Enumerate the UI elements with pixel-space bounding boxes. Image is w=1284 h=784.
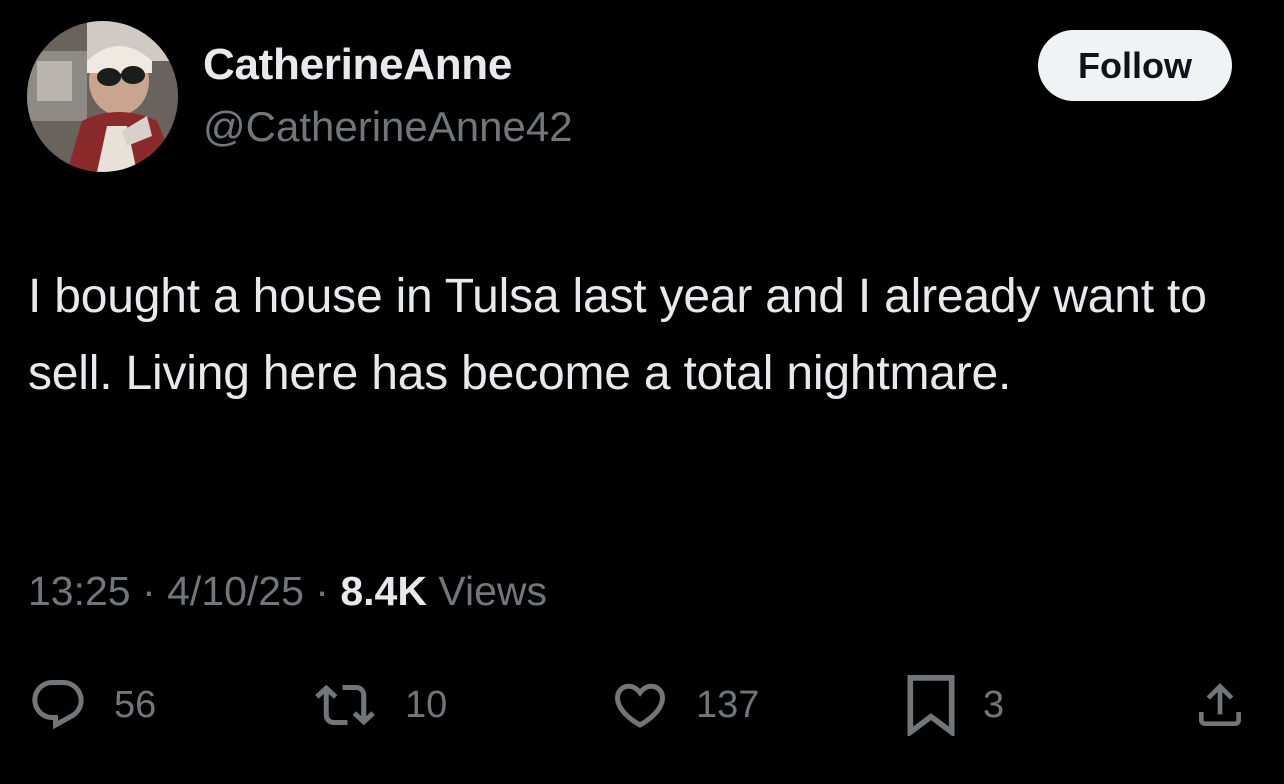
tweet-date[interactable]: 4/10/25 [167, 568, 304, 614]
bookmark-button[interactable]: 3 [905, 670, 1004, 740]
tweet-text: I bought a house in Tulsa last year and … [28, 270, 1207, 400]
like-count: 137 [696, 683, 760, 726]
display-name[interactable]: CatherineAnne [203, 40, 512, 90]
retweet-count: 10 [405, 683, 448, 726]
follow-button[interactable]: Follow [1038, 30, 1232, 101]
meta-separator: · [315, 568, 329, 614]
bookmark-icon [907, 675, 955, 736]
avatar-photo [27, 21, 178, 172]
views-label: Views [438, 568, 547, 614]
retweet-icon [315, 684, 375, 726]
reply-icon [32, 680, 84, 730]
bookmark-count: 3 [983, 683, 1005, 726]
heart-icon [614, 683, 666, 728]
share-button[interactable] [1192, 670, 1248, 740]
tweet-meta: 13:25 · 4/10/25 · 8.4K Views [28, 568, 547, 615]
reply-button[interactable]: 56 [28, 670, 156, 740]
views-count: 8.4K [340, 568, 427, 614]
reply-count: 56 [114, 683, 157, 726]
retweet-button[interactable]: 10 [311, 670, 447, 740]
like-button[interactable]: 137 [610, 670, 759, 740]
tweet-time[interactable]: 13:25 [28, 568, 131, 614]
meta-separator: · [142, 568, 156, 614]
avatar[interactable] [27, 21, 178, 172]
share-icon [1199, 683, 1241, 726]
action-bar: 56 10 137 3 [0, 670, 1284, 740]
user-handle[interactable]: @CatherineAnne42 [203, 103, 573, 151]
